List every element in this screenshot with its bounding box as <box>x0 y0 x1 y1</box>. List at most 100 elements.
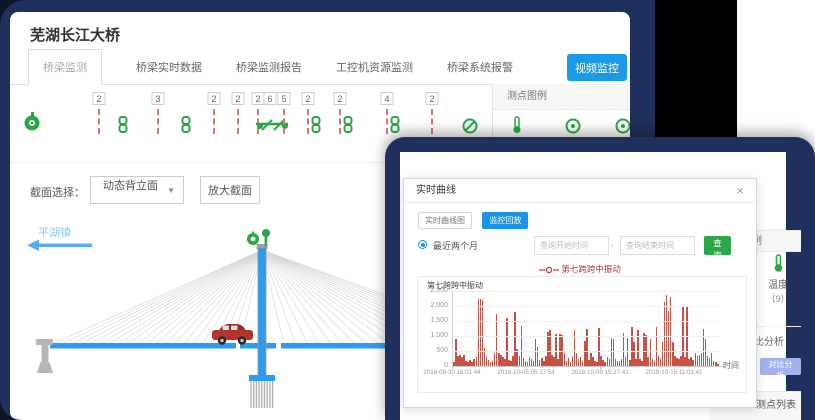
section-select-dropdown[interactable]: 动态背立面 ▼ <box>90 176 184 204</box>
realtime-curve-modal: 实时曲线 × 实时曲线图 监控回放 最近两个月 - 查询 第七跨跨中振动 第七跨… <box>403 178 757 408</box>
chart-x-tick <box>526 366 527 369</box>
tab-monitor-playback[interactable]: 监控回放 <box>482 212 528 229</box>
gauge-icon[interactable] <box>24 112 40 136</box>
chart-x-tick <box>674 366 675 369</box>
chart-bar <box>506 318 508 366</box>
enlarge-section-button[interactable]: 放大截面 <box>200 176 260 204</box>
thermometer-icon <box>512 116 522 139</box>
chart-gridline <box>452 306 720 307</box>
link-sensor-icon[interactable] <box>311 116 321 138</box>
sensor-count-badge: 2 <box>232 92 245 105</box>
legend-series-name: 第七跨跨中振动 <box>561 264 621 274</box>
tab-3[interactable]: 工控机资源监测 <box>336 50 413 84</box>
chart-y-tick-label: 0 <box>418 362 448 369</box>
bridge-abutment <box>36 339 53 373</box>
sensor-legend-icon <box>615 118 630 139</box>
link-sensor-icon[interactable] <box>181 116 191 138</box>
sensor-dashed-line <box>98 109 100 134</box>
chart-x-tick-label: 2018-10-09 15:27:41 <box>567 369 634 376</box>
section-select-value: 动态背立面 <box>103 180 158 192</box>
chart-x-tick-label: 2018-10-05 05:17:54 <box>493 369 560 376</box>
sensor-dashed-line <box>386 109 388 134</box>
sensor-count-badge: 2 <box>334 92 347 105</box>
close-icon[interactable]: × <box>736 179 744 203</box>
tab-4[interactable]: 桥梁系统报警 <box>447 50 513 84</box>
chart-y-tick-label: 2,500 <box>418 287 448 294</box>
tab-1[interactable]: 桥梁实时数据 <box>136 50 202 84</box>
sensor-dashed-line <box>237 109 239 134</box>
sensor-dashed-line <box>339 109 341 134</box>
chart-xaxis-name: 时间 <box>723 360 739 371</box>
legend-panel-header: 测点图例 <box>493 84 630 110</box>
last-two-months-radio[interactable] <box>418 240 427 249</box>
query-start-time-input[interactable] <box>534 236 609 255</box>
temperature-legend-item[interactable]: 温度 （9） <box>752 254 804 305</box>
chart-x-tick <box>452 366 453 369</box>
thermometer-icon <box>773 254 784 273</box>
chart-y-tick-label: 2,000 <box>418 302 448 309</box>
last-two-months-label: 最近两个月 <box>433 239 478 252</box>
legend-marker-icon <box>539 266 559 274</box>
sensor-dashed-line <box>431 109 433 134</box>
modal-title: 实时曲线 <box>416 185 456 196</box>
query-end-time-input[interactable] <box>620 236 695 255</box>
main-tabbar: 桥梁监测桥梁实时数据桥梁监测报告工控机资源监测桥梁系统报警 <box>10 54 630 85</box>
chart-gridline <box>452 351 720 352</box>
pile-cap <box>249 375 275 381</box>
sensor-dashed-line <box>283 109 285 134</box>
car-illustration <box>212 324 253 345</box>
tower-thermometer-icon <box>262 229 270 246</box>
temperature-label: 温度 <box>752 276 804 291</box>
sensor-count-badge: 3 <box>152 92 165 105</box>
direction-arrow-icon <box>27 240 92 252</box>
video-blackout-region <box>655 0 737 140</box>
chart-bar <box>717 364 719 366</box>
sensor-count-badge: 2 <box>302 92 315 105</box>
chart-legend[interactable]: 第七跨跨中振动 <box>404 263 756 275</box>
sensor-count-badge: 5 <box>278 92 291 105</box>
chart-x-tick <box>600 366 601 369</box>
modal-tabs: 实时曲线图 监控回放 <box>418 210 528 229</box>
bridge-tower <box>258 248 266 376</box>
tab-2[interactable]: 桥梁监测报告 <box>236 50 302 84</box>
sensor-count-badge: 2 <box>426 92 439 105</box>
section-select-label: 截面选择： <box>30 184 85 200</box>
chart-x-tick-label: 2018-09-30 16:01:44 <box>419 369 486 376</box>
page-title: 芜湖长江大桥 <box>30 24 120 45</box>
chart-x-axis <box>452 366 724 367</box>
chart-y-tick-label: 1,500 <box>418 317 448 324</box>
chevron-down-icon: ▼ <box>167 186 175 195</box>
chart-y-tick-label: 1,000 <box>418 332 448 339</box>
video-monitor-button[interactable]: 视频监控 <box>567 54 627 81</box>
chart-gridline <box>452 336 720 337</box>
date-range-separator: - <box>611 240 614 250</box>
temperature-count: （9） <box>752 292 804 305</box>
anemometer-icon <box>247 232 259 246</box>
disabled-sensor-icon[interactable] <box>462 118 478 139</box>
chart-gridline <box>452 321 720 322</box>
bridge-diagram <box>10 212 390 420</box>
sensor-dashed-line <box>157 109 159 134</box>
modal-header: 实时曲线 × <box>404 179 756 203</box>
sensor-count-badge: 2 <box>208 92 221 105</box>
link-sensor-icon[interactable] <box>118 116 128 138</box>
app-canvas: 芜湖长江大桥 桥梁监测桥梁实时数据桥梁监测报告工控机资源监测桥梁系统报警 视频监… <box>0 0 815 420</box>
tab-realtime-curve[interactable]: 实时曲线图 <box>418 212 472 229</box>
tab-0[interactable]: 桥梁监测 <box>28 49 102 85</box>
link-sensor-icon[interactable] <box>390 116 400 138</box>
sensor-dashed-line <box>213 109 215 134</box>
chart-gridline <box>452 291 720 292</box>
tower-piles <box>251 381 273 408</box>
sensor-count-badge: 2 <box>93 92 106 105</box>
gauge-legend-icon <box>565 118 581 139</box>
sensor-count-badge: 4 <box>381 92 394 105</box>
sensor-count-badge: 6 <box>264 92 277 105</box>
vibration-chart: 第七跨跨中振动 时间 2,5002,0001,5001,00050002018-… <box>417 276 747 393</box>
query-button[interactable]: 查询 <box>704 236 731 255</box>
link-sensor-icon[interactable] <box>343 116 353 138</box>
sensor-dashed-line <box>307 109 309 134</box>
chart-bars <box>453 291 721 366</box>
chart-x-tick-label: 2018-10-15 11:03:41 <box>641 369 708 376</box>
compare-analysis-button[interactable]: 对比分析 <box>760 358 801 375</box>
chart-y-tick-label: 500 <box>418 347 448 354</box>
